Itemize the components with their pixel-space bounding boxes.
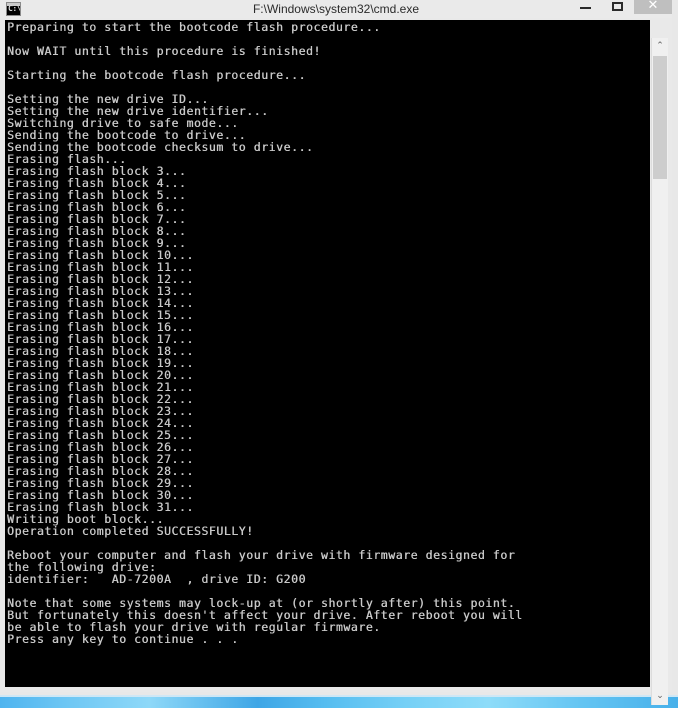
- console-scrollbar[interactable]: ⌃ ⌄: [651, 38, 668, 705]
- title-bar[interactable]: C:\ F:\Windows\system32\cmd.exe ✕: [0, 0, 672, 18]
- minimize-button[interactable]: [570, 0, 600, 14]
- maximize-button[interactable]: [602, 0, 632, 14]
- minimize-icon: [580, 7, 591, 9]
- console-output: Preparing to start the bootcode flash pr…: [7, 20, 523, 646]
- scroll-up-arrow-icon[interactable]: ⌃: [652, 38, 668, 55]
- close-icon: ✕: [647, 0, 659, 13]
- maximize-icon: [612, 2, 623, 11]
- scrollbar-thumb[interactable]: [653, 56, 667, 179]
- desktop-taskbar-strip: [0, 697, 678, 708]
- command-prompt-window: C:\ F:\Windows\system32\cmd.exe ✕ Prepar…: [0, 0, 672, 705]
- close-button[interactable]: ✕: [634, 0, 672, 14]
- screen: C:\ F:\Windows\system32\cmd.exe ✕ Prepar…: [0, 0, 678, 708]
- console-screen[interactable]: Preparing to start the bootcode flash pr…: [5, 20, 650, 687]
- console-frame: Preparing to start the bootcode flash pr…: [0, 18, 672, 705]
- scroll-down-arrow-icon[interactable]: ⌄: [652, 688, 668, 705]
